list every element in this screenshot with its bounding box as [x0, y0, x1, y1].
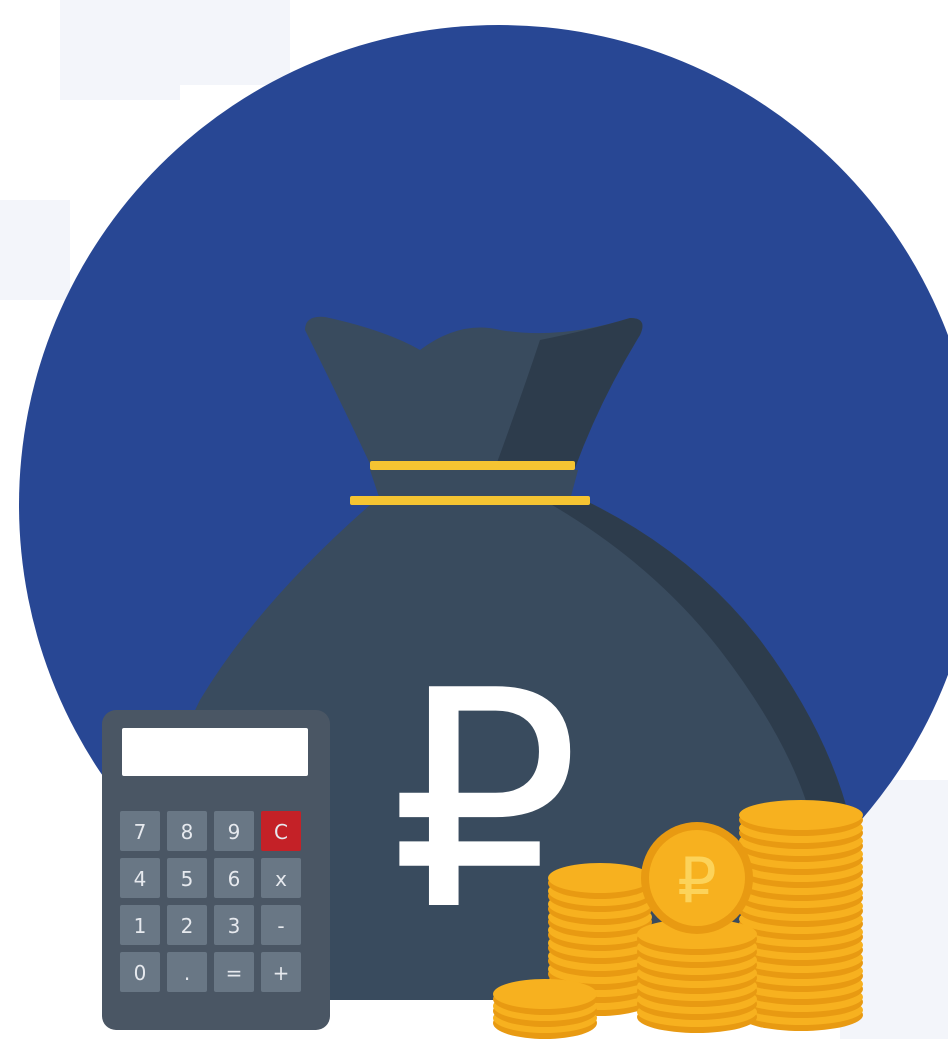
calculator-key-label: 5 — [181, 867, 194, 891]
calculator-icon: 7 8 9 C 4 5 6 x 1 2 3 - 0. = + — [102, 710, 330, 1030]
calculator-key-label: 7 — [134, 820, 147, 844]
calculator-key: - — [261, 905, 301, 945]
calculator-key-label: 4 — [134, 867, 147, 891]
background-tile — [180, 0, 290, 85]
calculator-key: 7 — [120, 811, 160, 851]
stacked-coin — [493, 979, 597, 1015]
calculator-key: x — [261, 858, 301, 898]
calculator-key: 1 — [120, 905, 160, 945]
calculator-key-label: 0 — [134, 961, 147, 985]
calculator-key: 0 — [120, 952, 160, 992]
calculator-key: 8 — [167, 811, 207, 851]
calculator-key-label: = — [226, 961, 243, 985]
calculator-key-label: 9 — [228, 820, 241, 844]
ruble-savings-illustration: ₽ 7 8 9 C4 5 6 x1 2 3 -0. = + ₽ — [0, 0, 948, 1039]
calculator-key: + — [261, 952, 301, 992]
stacked-coin — [548, 863, 652, 899]
calculator-key-label: - — [277, 914, 284, 938]
background-tile — [60, 0, 180, 100]
calculator-key: = — [214, 952, 254, 992]
calculator-key: 6 — [214, 858, 254, 898]
calculator-key-label: x — [275, 867, 287, 891]
calculator-key: 4 — [120, 858, 160, 898]
calculator-key-label: . — [184, 961, 190, 985]
coin-top — [493, 979, 597, 1009]
calculator-key: 3 — [214, 905, 254, 945]
bag-neck — [370, 470, 578, 500]
coin-top — [739, 800, 863, 830]
calculator-key-label: C — [274, 820, 288, 844]
calculator-key-label: 1 — [134, 914, 147, 938]
calculator-key-label: 6 — [228, 867, 241, 891]
coin-icon: ₽ — [641, 822, 753, 934]
calculator-key-label: 3 — [228, 914, 241, 938]
stacked-coin — [739, 800, 863, 836]
background-tile — [0, 200, 70, 300]
bag-band-bottom — [350, 496, 590, 505]
coin-ruble-icon: ₽ — [677, 844, 716, 917]
calculator-key: C — [261, 811, 301, 851]
calculator-key: . — [167, 952, 207, 992]
calculator-key-label: + — [273, 961, 290, 985]
calculator-key-label: 2 — [181, 914, 194, 938]
calculator-key: 5 — [167, 858, 207, 898]
calculator-key: 2 — [167, 905, 207, 945]
bag-band-top — [370, 461, 575, 470]
calculator-key-label: 8 — [181, 820, 194, 844]
calculator-key: 9 — [214, 811, 254, 851]
calculator-screen — [122, 728, 308, 776]
coin-top — [548, 863, 652, 893]
